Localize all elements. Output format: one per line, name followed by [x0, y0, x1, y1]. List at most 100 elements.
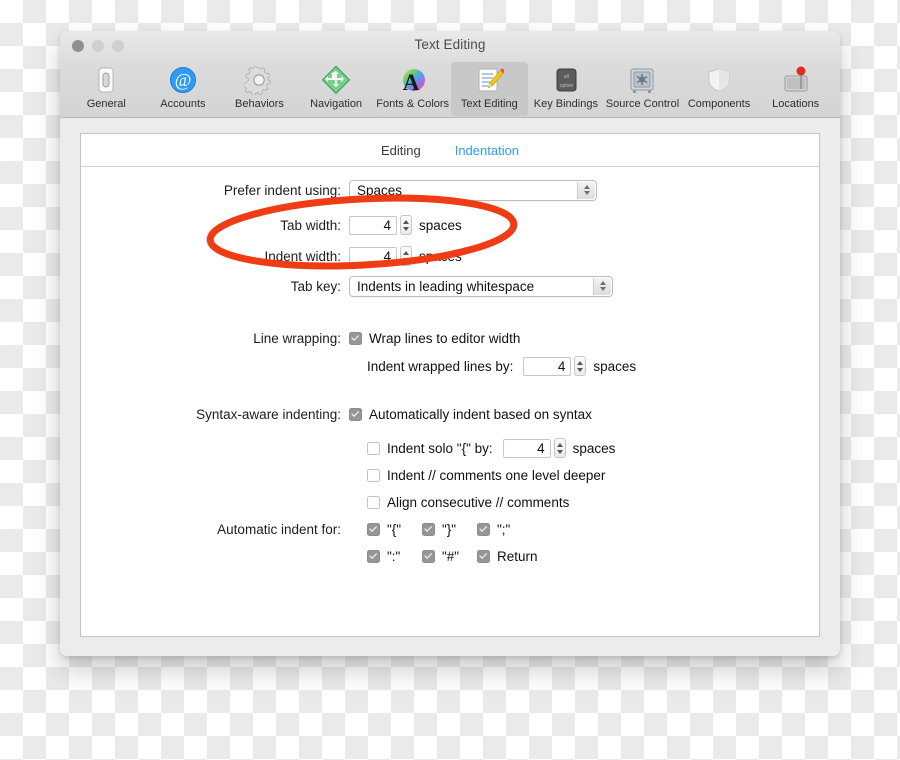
indent-width-input[interactable]: 4: [349, 246, 397, 266]
tab-width-input[interactable]: 4: [349, 215, 397, 235]
shield-icon: [702, 64, 736, 96]
auto-indent-semicolon-label: ";": [497, 521, 511, 537]
tab-indentation[interactable]: Indentation: [455, 143, 519, 158]
line-wrapping-label: Line wrapping:: [253, 330, 341, 346]
svg-text:option: option: [560, 83, 574, 89]
tab-width-unit: spaces: [419, 217, 462, 233]
gear-icon: [242, 64, 276, 96]
indent-width-label: Indent width:: [264, 248, 341, 264]
indent-wrapped-stepper[interactable]: [574, 356, 587, 376]
hard-drive-pin-icon: [779, 64, 813, 96]
auto-indent-colon-checkbox[interactable]: ":": [367, 549, 422, 564]
row-prefer-indent: Prefer indent using: Spaces: [81, 177, 819, 203]
window-titlebar: Text Editing: [60, 31, 840, 60]
tab-key-value: Indents in leading whitespace: [357, 278, 535, 294]
toolbar-label: Behaviors: [235, 98, 284, 110]
row-indent-wrapped: Indent wrapped lines by: 4 spaces: [81, 353, 819, 379]
tab-key-label: Tab key:: [290, 278, 341, 294]
indent-comments-label: Indent // comments one level deeper: [387, 467, 606, 483]
tab-strip: Editing Indentation: [81, 134, 819, 167]
indent-width-unit: spaces: [419, 248, 462, 264]
align-comments-checkbox[interactable]: Align consecutive // comments: [367, 495, 569, 510]
toolbar-label: Components: [687, 98, 751, 110]
document-pencil-icon: [472, 64, 506, 96]
checkbox-box: [477, 522, 490, 536]
auto-indent-return-checkbox[interactable]: Return: [477, 549, 552, 564]
toolbar-item-accounts[interactable]: @ Accounts: [145, 62, 222, 116]
svg-text:A: A: [402, 70, 419, 95]
preferences-toolbar: General @ Accounts Behaviors Navigation …: [60, 60, 840, 118]
toolbar-item-navigation[interactable]: Navigation: [298, 62, 375, 116]
tab-editing[interactable]: Editing: [381, 143, 421, 158]
toolbar-item-general[interactable]: General: [68, 62, 145, 116]
move-diamond-icon: [319, 64, 353, 96]
spacer-label: [81, 468, 349, 483]
align-comments-label: Align consecutive // comments: [387, 494, 570, 510]
checkbox-box: [367, 495, 380, 509]
auto-indent-brace-open-label: "{": [387, 521, 402, 537]
toolbar-item-text-editing[interactable]: Text Editing: [450, 62, 528, 116]
indent-solo-checkbox[interactable]: Indent solo "{" by:: [367, 441, 493, 456]
auto-indent-semicolon-checkbox[interactable]: ";": [477, 522, 532, 537]
svg-text:@: @: [175, 70, 192, 90]
auto-indent-colon-label: ":": [387, 548, 401, 564]
toolbar-item-fonts-and-colors[interactable]: A Fonts & Colors: [374, 62, 451, 116]
checkbox-box: [367, 522, 380, 536]
row-indent-solo: Indent solo "{" by: 4 spaces: [81, 435, 819, 461]
row-automatic-indent-1: Automatic indent for: "{" "}" ";": [81, 516, 819, 542]
spacer-label: [81, 441, 349, 456]
toolbar-item-key-bindings[interactable]: alt option Key Bindings: [528, 62, 605, 116]
toolbar-item-components[interactable]: Components: [681, 62, 758, 116]
prefer-indent-value: Spaces: [357, 182, 403, 198]
preferences-window: Text Editing General @ Accounts Behavior…: [60, 31, 840, 656]
switch-icon: [89, 64, 123, 96]
toolbar-label: Text Editing: [460, 98, 518, 110]
toolbar-label: Accounts: [160, 98, 206, 110]
checkbox-box: [349, 407, 362, 421]
row-indent-width: Indent width: 4 spaces: [81, 243, 819, 269]
window-title: Text Editing: [414, 37, 486, 52]
checkbox-box: [367, 441, 380, 455]
color-wheel-a-icon: A: [396, 64, 430, 96]
indent-width-stepper[interactable]: [400, 246, 412, 266]
checkbox-box: [477, 549, 490, 563]
checkbox-box: [422, 522, 435, 536]
toolbar-item-locations[interactable]: Locations: [757, 62, 834, 116]
tab-key-select[interactable]: Indents in leading whitespace: [349, 275, 613, 297]
toolbar-label: Navigation: [310, 98, 363, 110]
toolbar-label: Locations: [772, 98, 820, 110]
checkbox-box: [349, 331, 362, 345]
auto-indent-brace-close-checkbox[interactable]: "}": [422, 522, 477, 537]
toolbar-label: Key Bindings: [533, 98, 598, 110]
wrap-lines-label: Wrap lines to editor width: [369, 330, 521, 346]
row-tab-key: Tab key: Indents in leading whitespace: [81, 273, 819, 299]
row-line-wrapping: Line wrapping: Wrap lines to editor widt…: [81, 325, 819, 351]
tab-width-stepper[interactable]: [400, 215, 412, 235]
syntax-aware-label: Syntax-aware indenting:: [196, 406, 341, 422]
prefer-indent-select[interactable]: Spaces: [349, 179, 597, 201]
svg-text:alt: alt: [564, 74, 570, 80]
auto-indent-checkbox[interactable]: Automatically indent based on syntax: [349, 407, 592, 422]
row-syntax-aware: Syntax-aware indenting: Automatically in…: [81, 401, 819, 427]
wrap-lines-checkbox[interactable]: Wrap lines to editor width: [349, 331, 520, 346]
toolbar-item-behaviors[interactable]: Behaviors: [221, 62, 298, 116]
row-indent-comments: Indent // comments one level deeper: [81, 462, 819, 488]
auto-indent-brace-open-checkbox[interactable]: "{": [367, 522, 422, 537]
tab-width-label: Tab width:: [280, 217, 341, 233]
safe-icon: [625, 64, 659, 96]
toolbar-item-source-control[interactable]: Source Control: [604, 62, 681, 116]
auto-indent-brace-close-label: "}": [442, 521, 457, 537]
checkbox-box: [367, 549, 380, 563]
auto-indent-hash-checkbox[interactable]: "#": [422, 549, 477, 564]
indent-solo-stepper[interactable]: [553, 438, 566, 458]
indent-wrapped-input[interactable]: 4: [523, 356, 572, 376]
indent-solo-unit: spaces: [572, 440, 616, 456]
row-automatic-indent-2: ":" "#" Return: [81, 543, 819, 569]
indentation-form: Prefer indent using: Spaces Tab width: 4…: [81, 167, 819, 569]
indent-wrapped-unit: spaces: [593, 358, 637, 374]
indent-solo-input[interactable]: 4: [502, 438, 551, 458]
spacer-label: [81, 549, 349, 564]
automatic-indent-label: Automatic indent for:: [217, 521, 341, 537]
indent-comments-checkbox[interactable]: Indent // comments one level deeper: [367, 468, 605, 483]
prefer-indent-label: Prefer indent using:: [223, 182, 341, 198]
